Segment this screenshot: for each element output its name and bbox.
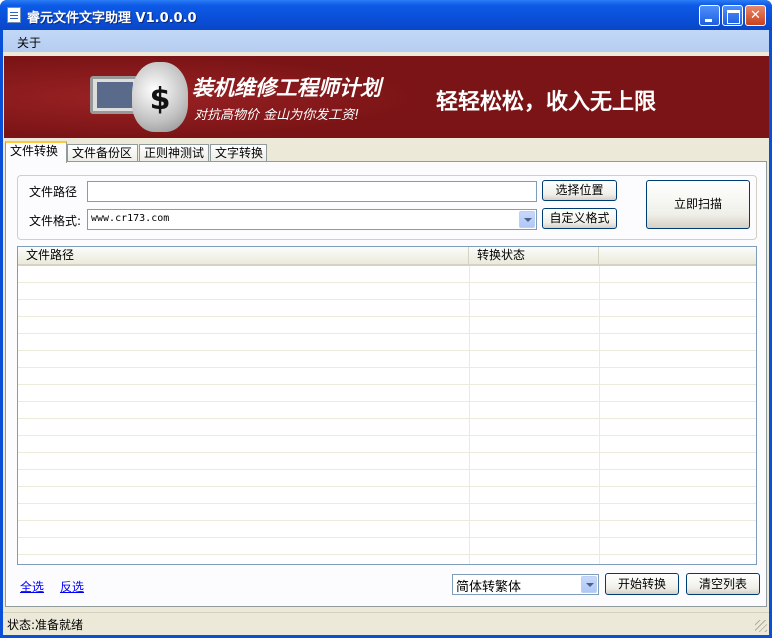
tab-text-convert[interactable]: 文字转换 [210,144,267,162]
file-list[interactable]: 文件路径 转换状态 [17,246,757,565]
banner-slogan: 轻轻松松，收入无上限 [436,90,657,115]
select-all-link[interactable]: 全选 [20,578,44,595]
close-button[interactable] [745,5,766,26]
resize-grip-icon[interactable] [755,620,767,632]
conversion-mode-select[interactable]: 简体转繁体 [452,574,599,595]
menu-about[interactable]: 关于 [11,33,47,52]
dollar-sign-icon: $ [149,82,171,117]
maximize-button[interactable] [722,5,743,26]
column-extra[interactable] [599,247,756,264]
path-input[interactable] [87,181,537,202]
minimize-button[interactable] [699,5,720,26]
format-label: 文件格式: [29,214,82,228]
app-window: 睿元文件文字助理 V1.0.0.0 关于 $ 装机维修工程师计划 对抗高物价 金… [0,0,772,638]
money-bag-icon: $ [132,62,188,132]
tab-file-convert[interactable]: 文件转换 [5,141,67,163]
column-convert-status[interactable]: 转换状态 [469,247,599,264]
path-label: 文件路径 [29,185,78,199]
tab-strip: 文件转换 文件备份区 正则神测试 文字转换 [3,140,769,163]
custom-format-button[interactable]: 自定义格式 [542,208,617,229]
window-title: 睿元文件文字助理 V1.0.0.0 [27,11,197,26]
column-file-path[interactable]: 文件路径 [18,247,469,264]
list-body[interactable] [18,266,756,564]
grid-line [469,266,470,564]
banner-headline: 装机维修工程师计划 [192,76,381,100]
client-area: 关于 $ 装机维修工程师计划 对抗高物价 金山为你发工资! 轻轻松松，收入无上限… [3,30,769,635]
chevron-down-icon[interactable] [581,576,597,593]
scan-now-button[interactable]: 立即扫描 [646,180,750,229]
ad-banner[interactable]: $ 装机维修工程师计划 对抗高物价 金山为你发工资! 轻轻松松，收入无上限 [4,56,769,138]
start-convert-button[interactable]: 开始转换 [605,573,679,595]
document-icon [7,7,21,23]
conversion-mode-value: 简体转繁体 [456,580,522,595]
status-bar: 状态:准备就绪 [3,612,769,634]
chevron-down-icon[interactable] [519,211,535,228]
invert-selection-link[interactable]: 反选 [60,578,84,595]
grid-line [599,266,600,564]
path-groupbox: 文件路径 选择位置 文件格式: www.cr173.com 自定义格式 立即扫描 [17,175,757,240]
list-header: 文件路径 转换状态 [18,247,756,266]
clear-list-button[interactable]: 清空列表 [686,573,760,595]
title-bar[interactable]: 睿元文件文字助理 V1.0.0.0 [0,0,772,30]
banner-subline: 对抗高物价 金山为你发工资! [194,108,360,123]
tab-file-backup[interactable]: 文件备份区 [67,144,138,162]
status-text: 状态:准备就绪 [7,618,84,632]
tab-regex-test[interactable]: 正则神测试 [139,144,209,162]
format-combobox[interactable]: www.cr173.com [87,209,537,230]
format-value: www.cr173.com [91,213,170,224]
menu-bar: 关于 [3,30,769,52]
tab-panel-file-convert: 文件路径 选择位置 文件格式: www.cr173.com 自定义格式 立即扫描… [5,161,767,607]
choose-location-button[interactable]: 选择位置 [542,180,617,201]
